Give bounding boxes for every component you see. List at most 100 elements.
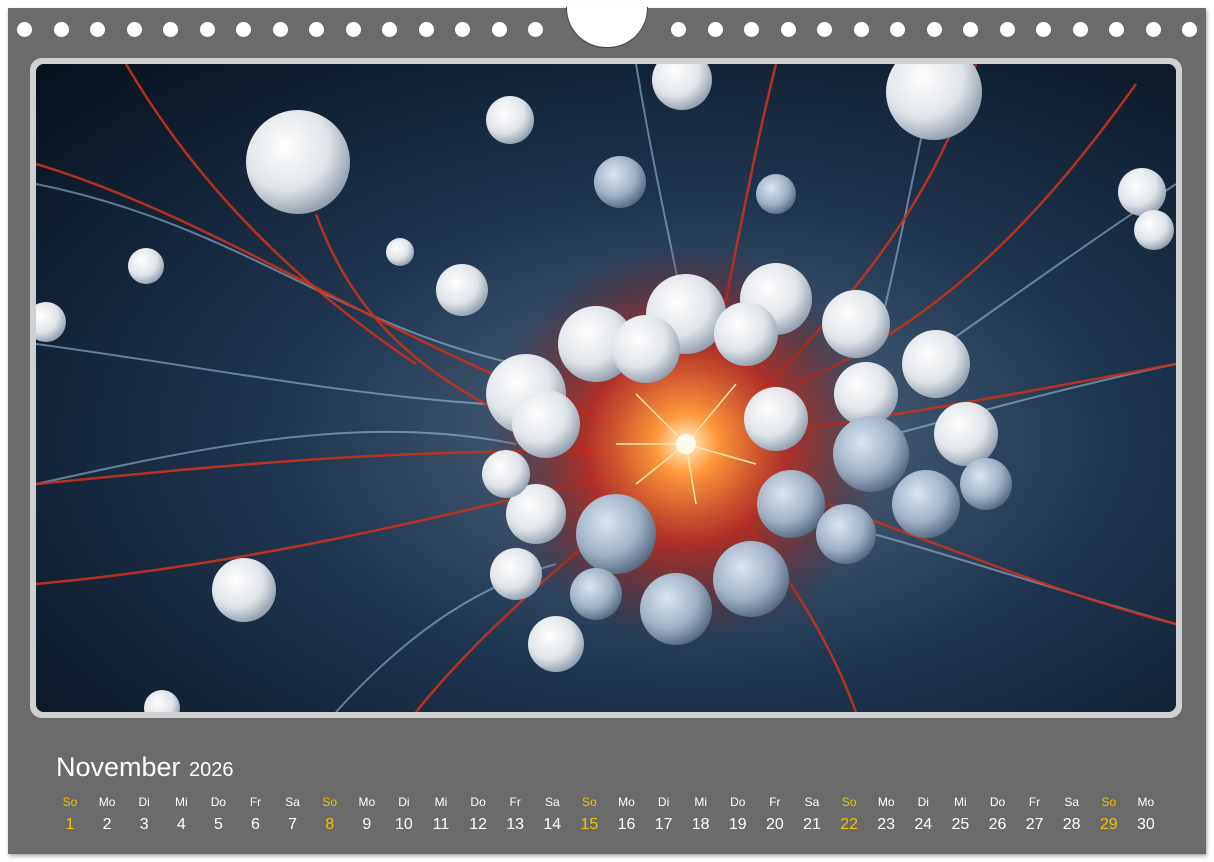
weekday-label: Mo <box>1137 795 1155 809</box>
binding-hole <box>236 22 251 37</box>
day-number: 3 <box>139 816 149 833</box>
day-number: 25 <box>951 816 970 833</box>
day-cell: Di 17 <box>646 794 682 834</box>
day-number: 23 <box>877 816 896 833</box>
day-number: 18 <box>691 816 710 833</box>
weekday-label: Do <box>730 795 746 809</box>
day-cell: So 1 <box>52 794 88 834</box>
binding-hole <box>744 22 759 37</box>
day-number: 2 <box>102 816 112 833</box>
day-cell: Do 19 <box>720 794 756 834</box>
binding-hole <box>1145 22 1161 37</box>
weekday-label: Di <box>138 795 150 809</box>
binding-hole <box>309 22 324 37</box>
binding-hole <box>1036 22 1051 37</box>
weekday-label: Sa <box>544 795 560 809</box>
year-label: 2026 <box>189 759 234 781</box>
day-cell: Mi 25 <box>942 794 978 834</box>
day-cell: Do 12 <box>460 794 496 834</box>
day-number: 17 <box>654 816 673 833</box>
day-cell: Sa 28 <box>1054 794 1090 834</box>
weekday-label: So <box>841 795 857 809</box>
day-cell: Fr 13 <box>497 794 533 834</box>
binding-hole <box>671 22 686 37</box>
day-number: 4 <box>176 816 186 833</box>
day-cell: Do 26 <box>980 794 1016 834</box>
wall-calendar-page: November 2026 So 1 Mo 2 Di 3 Mi 4 Do 5 Fr 6 Sa 7 So 8 Mo… <box>8 7 1206 854</box>
day-cell: Di 3 <box>126 794 162 834</box>
weekday-label: Mo <box>358 795 376 809</box>
binding-hole <box>345 22 361 37</box>
day-number: 14 <box>543 816 562 833</box>
day-number: 20 <box>765 816 784 833</box>
day-number: 16 <box>617 816 636 833</box>
binding-hole <box>890 22 905 37</box>
binding-hole <box>199 22 215 37</box>
binding-hole <box>455 22 470 37</box>
binding-hole <box>418 22 434 37</box>
binding-hole <box>999 22 1015 37</box>
binding-hole <box>853 22 869 37</box>
day-number: 7 <box>288 816 298 833</box>
binding-hole <box>272 22 288 37</box>
day-cell: Di 24 <box>905 794 941 834</box>
photo-frame <box>30 58 1182 718</box>
day-number: 24 <box>914 816 933 833</box>
day-cell: So 8 <box>312 794 348 834</box>
binding-hole <box>926 22 942 37</box>
day-cell: Do 5 <box>200 794 236 834</box>
binding-hole <box>382 22 397 37</box>
weekday-label: Mi <box>434 795 448 809</box>
binding-hole <box>163 22 178 37</box>
day-cell: Mi 4 <box>163 794 199 834</box>
weekday-label: So <box>62 795 78 809</box>
day-cell: Mi 18 <box>683 794 719 834</box>
day-cell: Mo 2 <box>89 794 125 834</box>
day-number: 1 <box>65 816 75 833</box>
day-number: 29 <box>1099 816 1118 833</box>
day-cell: Di 10 <box>386 794 422 834</box>
binding-hole <box>1072 22 1088 37</box>
day-number: 19 <box>728 816 747 833</box>
day-cell: Sa 21 <box>794 794 830 834</box>
weekday-label: Mo <box>98 795 116 809</box>
calendar-photo <box>36 64 1176 712</box>
weekday-label: Fr <box>249 795 262 809</box>
weekday-label: Sa <box>1064 795 1080 809</box>
weekday-label: Mi <box>954 795 967 809</box>
day-cell: Mo 30 <box>1128 794 1164 834</box>
day-cell: Fr 27 <box>1017 794 1053 834</box>
weekday-label: Do <box>989 795 1006 809</box>
day-cell: Fr 20 <box>757 794 793 834</box>
day-number: 9 <box>362 816 372 833</box>
weekday-label: Fr <box>769 795 781 809</box>
month-name: November <box>56 752 181 782</box>
day-cell: Mo 16 <box>609 794 645 834</box>
day-number: 21 <box>803 816 821 833</box>
neuron-illustration <box>36 64 1176 712</box>
day-number: 12 <box>469 816 487 833</box>
day-cell: So 22 <box>831 794 867 834</box>
day-cell: So 29 <box>1091 794 1127 834</box>
day-cell: Mo 9 <box>349 794 385 834</box>
binding-hole <box>1182 22 1197 37</box>
weekday-label: Mo <box>618 795 635 809</box>
binding-hole <box>90 22 105 37</box>
day-number: 27 <box>1025 816 1044 833</box>
weekday-label: So <box>1101 795 1117 809</box>
weekday-label: Do <box>210 795 227 809</box>
binding-hole <box>817 22 832 37</box>
weekday-label: So <box>582 795 597 809</box>
day-cell: Sa 14 <box>534 794 570 834</box>
day-number: 5 <box>213 816 223 833</box>
binding-hole <box>707 22 723 37</box>
day-cell: So 15 <box>571 794 607 834</box>
day-cell: Fr 6 <box>238 794 274 834</box>
day-number: 15 <box>580 816 599 833</box>
weekday-label: Sa <box>804 795 820 809</box>
weekday-label: Mi <box>694 795 708 809</box>
day-number: 22 <box>840 816 858 833</box>
day-number: 10 <box>394 816 413 833</box>
weekday-label: Di <box>398 795 410 809</box>
day-number: 30 <box>1136 816 1155 833</box>
